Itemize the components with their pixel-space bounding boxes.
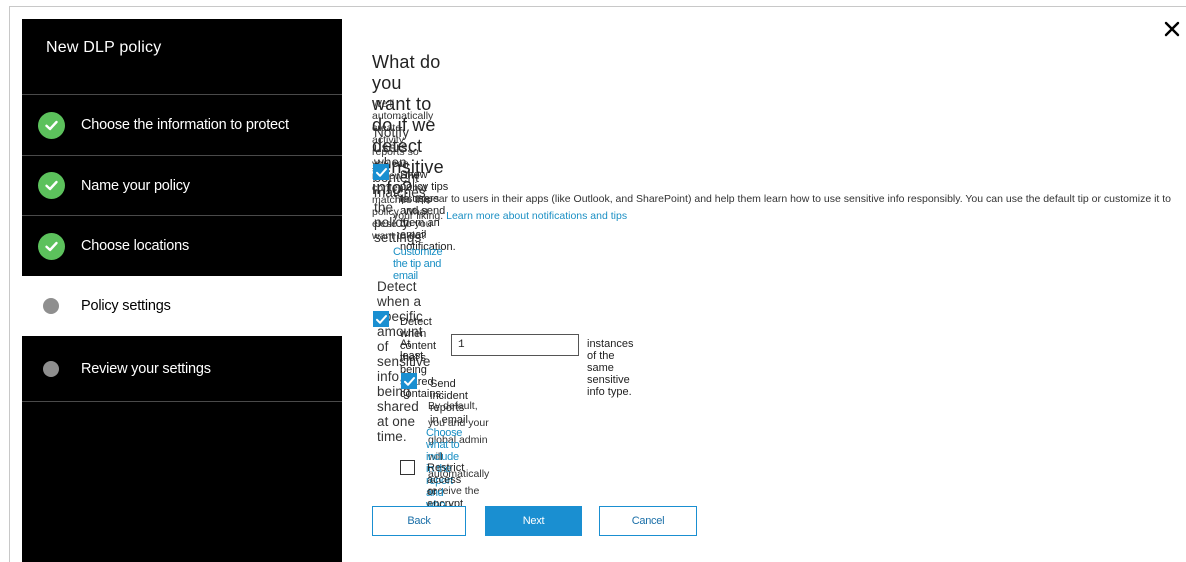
checkmark-icon <box>403 376 415 386</box>
learn-more-link[interactable]: Learn more about notifications and tips <box>446 210 627 222</box>
policy-tips-description: Tips appear to users in their apps (like… <box>393 191 1178 225</box>
cancel-button[interactable]: Cancel <box>599 506 697 536</box>
step-label: Name your policy <box>81 177 190 194</box>
check-circle-icon <box>38 172 65 199</box>
step-review-settings[interactable]: Review your settings <box>22 336 342 402</box>
checkmark-icon <box>375 167 387 177</box>
step-label: Choose the information to protect <box>81 117 289 133</box>
detect-checkbox[interactable] <box>373 311 389 327</box>
checkmark-icon <box>375 314 387 324</box>
wizard-sidebar: New DLP policy Choose the information to… <box>22 19 342 562</box>
step-name-policy[interactable]: Name your policy <box>22 155 342 215</box>
step-label: Review your settings <box>81 360 211 377</box>
check-circle-icon <box>38 232 65 260</box>
step-label: Policy settings <box>81 298 171 314</box>
at-least-label: At least <box>400 338 424 362</box>
customize-tip-link[interactable]: Customize the tip and email <box>393 246 443 282</box>
next-button[interactable]: Next <box>485 506 582 536</box>
restrict-access-checkbox[interactable] <box>400 460 415 475</box>
instances-suffix: instances of the same sensitive info typ… <box>587 338 634 398</box>
close-button[interactable] <box>1163 20 1183 40</box>
wizard-title: New DLP policy <box>46 39 162 56</box>
close-icon <box>1164 21 1180 37</box>
step-choose-locations[interactable]: Choose locations <box>22 215 342 276</box>
step-choose-information[interactable]: Choose the information to protect <box>22 94 342 155</box>
policy-tips-checkbox[interactable] <box>373 164 389 180</box>
back-button[interactable]: Back <box>372 506 466 536</box>
incident-reports-checkbox[interactable] <box>401 373 417 389</box>
step-policy-settings[interactable]: Policy settings <box>22 276 342 336</box>
pending-circle-icon <box>43 298 59 314</box>
pending-circle-icon <box>43 360 59 377</box>
check-circle-icon <box>38 111 65 139</box>
instances-input[interactable] <box>451 334 579 356</box>
step-label: Choose locations <box>81 238 190 254</box>
